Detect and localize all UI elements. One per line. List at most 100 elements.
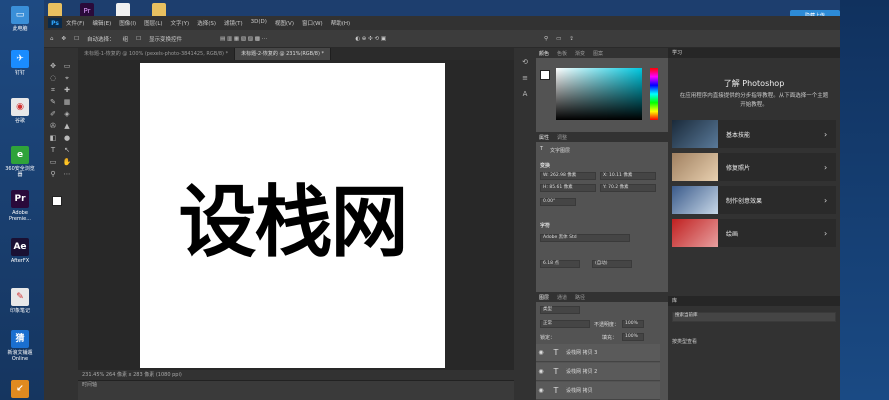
3d-mode-icons[interactable]: ◐ ⊕ ✣ ⟲ ▣ [355, 36, 386, 42]
desktop-icon-dingtalk[interactable]: ✈ 钉钉 [3, 50, 37, 76]
library-view[interactable]: 按类型查看 [672, 338, 697, 345]
menu-item[interactable]: 文字(Y) [171, 19, 190, 27]
crop-icon[interactable]: ⌗ [48, 86, 58, 95]
quick-select-icon[interactable]: ⌖ [62, 74, 72, 83]
y-field[interactable]: Y: 70.2 像素 [600, 184, 656, 192]
move-tool-icon[interactable]: ✥ [62, 36, 67, 42]
font-size-field[interactable]: 6.18 点 [540, 260, 580, 268]
show-transform-checkbox[interactable]: ☐ [136, 36, 141, 42]
marquee-icon[interactable]: ▭ [62, 62, 72, 71]
history-icon[interactable]: ⟲ [520, 58, 530, 67]
fill-field[interactable]: 100% [622, 333, 644, 341]
more-tools-icon[interactable]: ⋯ [62, 170, 72, 179]
auto-select-checkbox[interactable]: ☐ [74, 36, 79, 42]
canvas-text[interactable]: 设栈网 [178, 160, 408, 272]
layer-row[interactable]: ◉ T 设栈网 拷贝 2 [536, 363, 660, 381]
eyedropper-icon[interactable]: ✚ [62, 86, 72, 95]
color-picker-field[interactable] [556, 68, 642, 120]
angle-field[interactable]: 0.00° [540, 198, 576, 206]
leading-field[interactable]: (自动) [592, 260, 632, 268]
type-icon[interactable]: T [48, 146, 58, 155]
desktop-icon-label: AfterFX [10, 258, 30, 264]
menu-item[interactable]: 编辑(E) [92, 19, 111, 27]
dodge-icon[interactable]: ◧ [48, 134, 58, 143]
menu-item[interactable]: 图像(I) [119, 19, 136, 27]
workspace-icon[interactable]: ▭ [556, 36, 561, 42]
desktop-icon-premiere[interactable]: Pr Adobe Premie... [3, 190, 37, 222]
menu-item[interactable]: 视图(V) [275, 19, 294, 27]
dingtalk-icon: ✈ [11, 50, 29, 68]
menu-item[interactable]: 帮助(H) [331, 19, 350, 27]
layer-kind-filter[interactable]: 类型 [540, 306, 580, 314]
layer-row[interactable]: ◉ T 设栈网 拷贝 [536, 382, 660, 400]
foreground-swatch[interactable] [540, 70, 550, 80]
shape-icon[interactable]: ▭ [48, 158, 58, 167]
font-select[interactable]: Adobe 黑体 Std [540, 234, 630, 242]
group-select[interactable]: 组 [123, 35, 129, 43]
desktop-icon-after-effects[interactable]: Ae AfterFX [3, 238, 37, 264]
hand-icon[interactable]: ✋ [62, 158, 72, 167]
menu-item[interactable]: 文件(F) [66, 19, 84, 27]
tab-color[interactable]: 颜色 [539, 50, 549, 57]
search-icon[interactable]: ⚲ [544, 36, 548, 42]
learn-card[interactable]: 修复照片 › [672, 153, 836, 181]
home-icon[interactable]: ⌂ [50, 36, 54, 42]
desktop-icon-360-browser[interactable]: e 360安全浏览器 [3, 146, 37, 178]
blend-mode-select[interactable]: 正常 [540, 320, 590, 328]
opacity-field[interactable]: 100% [622, 320, 644, 328]
gradient-icon[interactable]: ✇ [48, 122, 58, 131]
height-field[interactable]: H: 85.61 像素 [540, 184, 596, 192]
tab-patterns[interactable]: 图案 [593, 50, 603, 57]
library-search[interactable]: 搜索当前库 [672, 312, 836, 322]
tab-adjustments[interactable]: 调整 [557, 134, 567, 141]
tab-layers[interactable]: 图层 [539, 294, 549, 301]
eye-icon[interactable]: ◉ [536, 349, 546, 356]
zoom-icon[interactable]: ⚲ [48, 170, 58, 179]
tab-channels[interactable]: 通道 [557, 294, 567, 301]
adjust-icon[interactable]: ≡ [520, 74, 530, 83]
path-select-icon[interactable]: ↖ [62, 146, 72, 155]
text-layer-thumb-icon: T [553, 348, 559, 357]
align-icons[interactable]: ▤ ▥ ▦ ▧ ▨ ▩ ⋯ [220, 36, 267, 42]
pen-icon[interactable]: ● [62, 134, 72, 143]
desktop-icon-online-app[interactable]: 猜新浪文铺遁 Online [3, 330, 37, 362]
share-icon[interactable]: ⇪ [569, 36, 574, 42]
desktop-icon-arrow[interactable]: ↙ [3, 380, 37, 400]
eye-icon[interactable]: ◉ [536, 387, 546, 394]
menu-item[interactable]: 窗口(W) [302, 19, 323, 27]
tab-swatches[interactable]: 色板 [557, 50, 567, 57]
move-icon[interactable]: ✥ [48, 62, 58, 71]
learn-card[interactable]: 绘画 › [672, 219, 836, 247]
history-brush-icon[interactable]: ✐ [48, 110, 58, 119]
brush-icon[interactable]: ✎ [48, 98, 58, 107]
menu-item[interactable]: 图层(L) [144, 19, 162, 27]
desktop-icon-evernote[interactable]: ✎ 印象笔记 [3, 288, 37, 314]
lasso-icon[interactable]: ◌ [48, 74, 58, 83]
tab-properties[interactable]: 属性 [539, 134, 549, 141]
layer-row[interactable]: ◉ T 设栈网 拷贝 3 [536, 344, 660, 362]
width-field[interactable]: W: 262.98 像素 [540, 172, 596, 180]
tab-paths[interactable]: 路径 [575, 294, 585, 301]
x-field[interactable]: X: 10.11 像素 [600, 172, 656, 180]
document-tab[interactable]: 未标题-1-恢复的 @ 100% (pexels-photo-3841425, … [78, 48, 236, 60]
learn-card[interactable]: 制作创意效果 › [672, 186, 836, 214]
menu-item[interactable]: 选择(S) [197, 19, 216, 27]
learn-card[interactable]: 基本技能 › [672, 120, 836, 148]
hue-slider[interactable] [650, 68, 658, 120]
tab-gradients[interactable]: 渐变 [575, 50, 585, 57]
layer-name: 设栈网 拷贝 2 [566, 369, 598, 375]
blur-icon[interactable]: ▲ [62, 122, 72, 131]
stamp-icon[interactable]: ▦ [62, 98, 72, 107]
menu-item[interactable]: 滤镜(T) [224, 19, 243, 27]
eye-icon[interactable]: ◉ [536, 368, 546, 375]
type-panel-icon[interactable]: A [520, 90, 530, 99]
eraser-icon[interactable]: ◈ [62, 110, 72, 119]
document-canvas[interactable]: 设栈网 [140, 63, 445, 368]
desktop-icon-this-pc[interactable]: ▭ 此电脑 [3, 6, 37, 32]
tool-foreground-color[interactable] [52, 196, 62, 206]
desktop-icon-chrome[interactable]: ◉ 谷歌 [3, 98, 37, 124]
learn-card-label: 制作创意效果 [726, 197, 763, 205]
document-tab[interactable]: 未标题-2-恢复的 @ 231%(RGB/8) * [235, 48, 332, 60]
menu-item[interactable]: 3D(D) [251, 19, 267, 27]
status-bar: 231.45% 264 像素 x 283 像素 (1080 ppi) [78, 370, 514, 380]
